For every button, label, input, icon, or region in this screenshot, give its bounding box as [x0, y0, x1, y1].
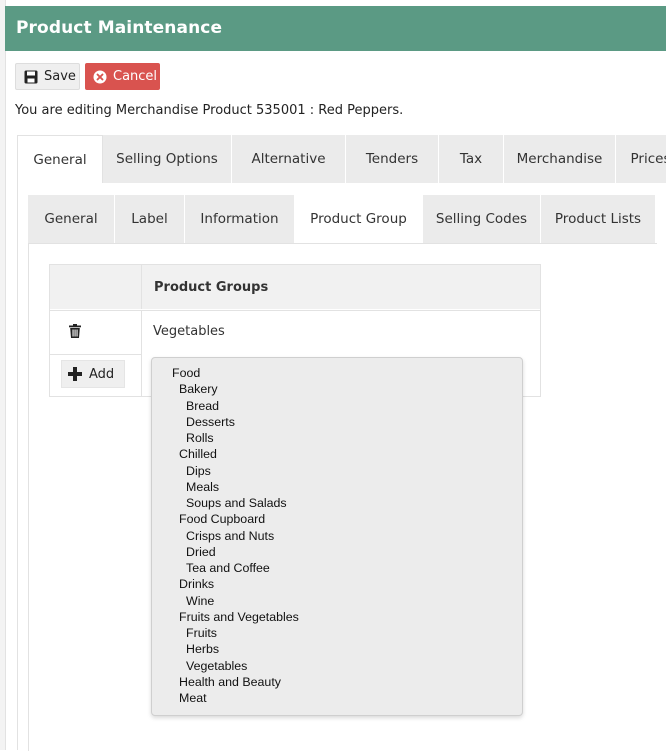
dropdown-option[interactable]: Herbs — [186, 642, 219, 657]
plus-icon — [68, 367, 82, 381]
subtab-general[interactable]: General — [28, 195, 115, 243]
save-icon — [24, 70, 38, 84]
table-row-actions — [50, 310, 142, 354]
sub-tabs: General Label Information Product Group … — [28, 195, 656, 243]
dropdown-option[interactable]: Health and Beauty — [179, 675, 281, 690]
subtab-label-tab[interactable]: Label — [115, 195, 185, 243]
dropdown-option[interactable]: Rolls — [186, 431, 214, 446]
dropdown-option[interactable]: Fruits — [186, 626, 217, 641]
tab-label: Prices — [630, 151, 666, 167]
subtab-information[interactable]: Information — [185, 195, 295, 243]
dropdown-option[interactable]: Bread — [186, 399, 219, 414]
tab-alternative[interactable]: Alternative — [232, 135, 346, 183]
dropdown-option[interactable]: Drinks — [179, 577, 214, 592]
tab-label: Tenders — [365, 151, 419, 167]
tab-merchandise[interactable]: Merchandise — [504, 135, 616, 183]
subtab-label: General — [44, 211, 98, 227]
tab-label: General — [33, 151, 87, 168]
subtab-label: Product Group — [310, 211, 407, 227]
dropdown-option[interactable]: Meat — [179, 691, 207, 706]
cancel-button[interactable]: Cancel — [85, 63, 160, 90]
editing-info: You are editing Merchandise Product 5350… — [15, 103, 404, 118]
subtab-label: Selling Codes — [435, 211, 528, 227]
main-tabs: General Selling Options Alternative Tend… — [17, 135, 666, 183]
dropdown-option[interactable]: Dried — [186, 545, 216, 560]
page-header: Product Maintenance — [5, 6, 666, 51]
tab-label: Tax — [459, 151, 483, 167]
table-header-actions — [50, 265, 142, 309]
tab-tax[interactable]: Tax — [439, 135, 504, 183]
subtab-label: Product Lists — [554, 211, 642, 227]
dropdown-option[interactable]: Tea and Coffee — [186, 561, 270, 576]
add-label: Add — [89, 366, 115, 382]
save-button[interactable]: Save — [15, 63, 80, 90]
trash-icon[interactable] — [69, 324, 81, 342]
add-button[interactable]: Add — [61, 360, 125, 388]
subtab-product-lists[interactable]: Product Lists — [541, 195, 656, 243]
tab-label: Merchandise — [516, 151, 603, 167]
tab-general[interactable]: General — [17, 135, 103, 183]
tab-label: Alternative — [251, 151, 326, 167]
tab-tenders[interactable]: Tenders — [346, 135, 439, 183]
product-group-dropdown[interactable]: Food Bakery Bread Desserts Rolls Chilled Dips M… — [151, 357, 523, 716]
subtab-product-group[interactable]: Product Group — [295, 195, 423, 243]
page-title: Product Maintenance — [16, 18, 223, 38]
dropdown-option[interactable]: Fruits and Vegetables — [179, 610, 299, 625]
subtab-selling-codes[interactable]: Selling Codes — [423, 195, 541, 243]
save-label: Save — [44, 69, 76, 84]
dropdown-option[interactable]: Chilled — [179, 447, 217, 462]
tab-label: Selling Options — [116, 151, 218, 167]
dropdown-option[interactable]: Food Cupboard — [179, 512, 265, 527]
close-circle-icon — [93, 70, 107, 84]
dropdown-option[interactable]: Bakery — [179, 382, 218, 397]
subtab-label: Label — [131, 211, 168, 227]
product-group-value: Vegetables — [153, 324, 225, 339]
dropdown-option[interactable]: Wine — [186, 594, 214, 609]
dropdown-option[interactable]: Desserts — [186, 415, 235, 430]
dropdown-option[interactable]: Soups and Salads — [186, 496, 287, 511]
subtab-label: Information — [200, 211, 279, 227]
tab-prices[interactable]: Prices — [616, 135, 666, 183]
dropdown-option[interactable]: Dips — [186, 464, 211, 479]
dropdown-option[interactable]: Vegetables — [186, 659, 247, 674]
column-header-product-groups: Product Groups — [154, 280, 269, 295]
cancel-label: Cancel — [113, 69, 158, 84]
dropdown-option[interactable]: Crisps and Nuts — [186, 529, 274, 544]
tab-selling-options[interactable]: Selling Options — [103, 135, 232, 183]
dropdown-option[interactable]: Food — [172, 366, 200, 381]
dropdown-option[interactable]: Meals — [186, 480, 219, 495]
